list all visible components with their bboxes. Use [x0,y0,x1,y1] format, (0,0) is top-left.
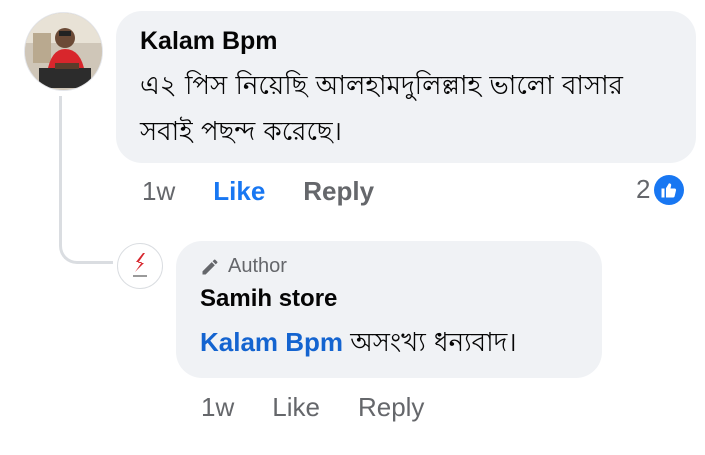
reply-actions: 1w Like Reply [201,392,462,423]
reply-author-name[interactable]: Samih store [200,284,602,314]
reply-bubble: Author Samih store Kalam Bpm অসংখ্য ধন্য… [176,241,602,378]
reply-message: অসংখ্য ধন্যবাদ। [350,328,517,358]
reaction-summary[interactable]: 2 [636,174,685,205]
reply-timestamp[interactable]: 1w [201,392,234,423]
comment-actions: 1w Like Reply [142,176,412,207]
store-logo-icon [133,253,147,277]
comment-timestamp[interactable]: 1w [142,176,175,207]
avatar[interactable] [24,12,103,91]
reaction-count: 2 [636,174,651,204]
like-button[interactable]: Like [213,176,265,207]
pencil-icon [202,258,218,274]
page-avatar[interactable] [117,243,163,289]
comment-text: এ২ পিস নিয়েছি আলহামদুলিল্লাহ ভালো বাসার… [140,71,623,147]
reply-thread-connector [59,96,113,264]
author-badge: Author [200,255,602,278]
comment-author-name[interactable]: Kalam Bpm [140,25,696,57]
reply-button[interactable]: Reply [303,176,374,207]
reply-like-button[interactable]: Like [272,392,320,423]
reply-text: Kalam Bpm অসংখ্য ধন্যবাদ। [200,322,602,363]
profile-photo-image [25,13,102,90]
mention-link[interactable]: Kalam Bpm [200,327,343,357]
comment-bubble: Kalam Bpm এ২ পিস নিয়েছি আলহামদুলিল্লাহ … [116,11,696,163]
reply-reply-button[interactable]: Reply [358,392,424,423]
author-badge-label: Author [228,255,287,277]
thumbs-up-icon [654,174,685,205]
